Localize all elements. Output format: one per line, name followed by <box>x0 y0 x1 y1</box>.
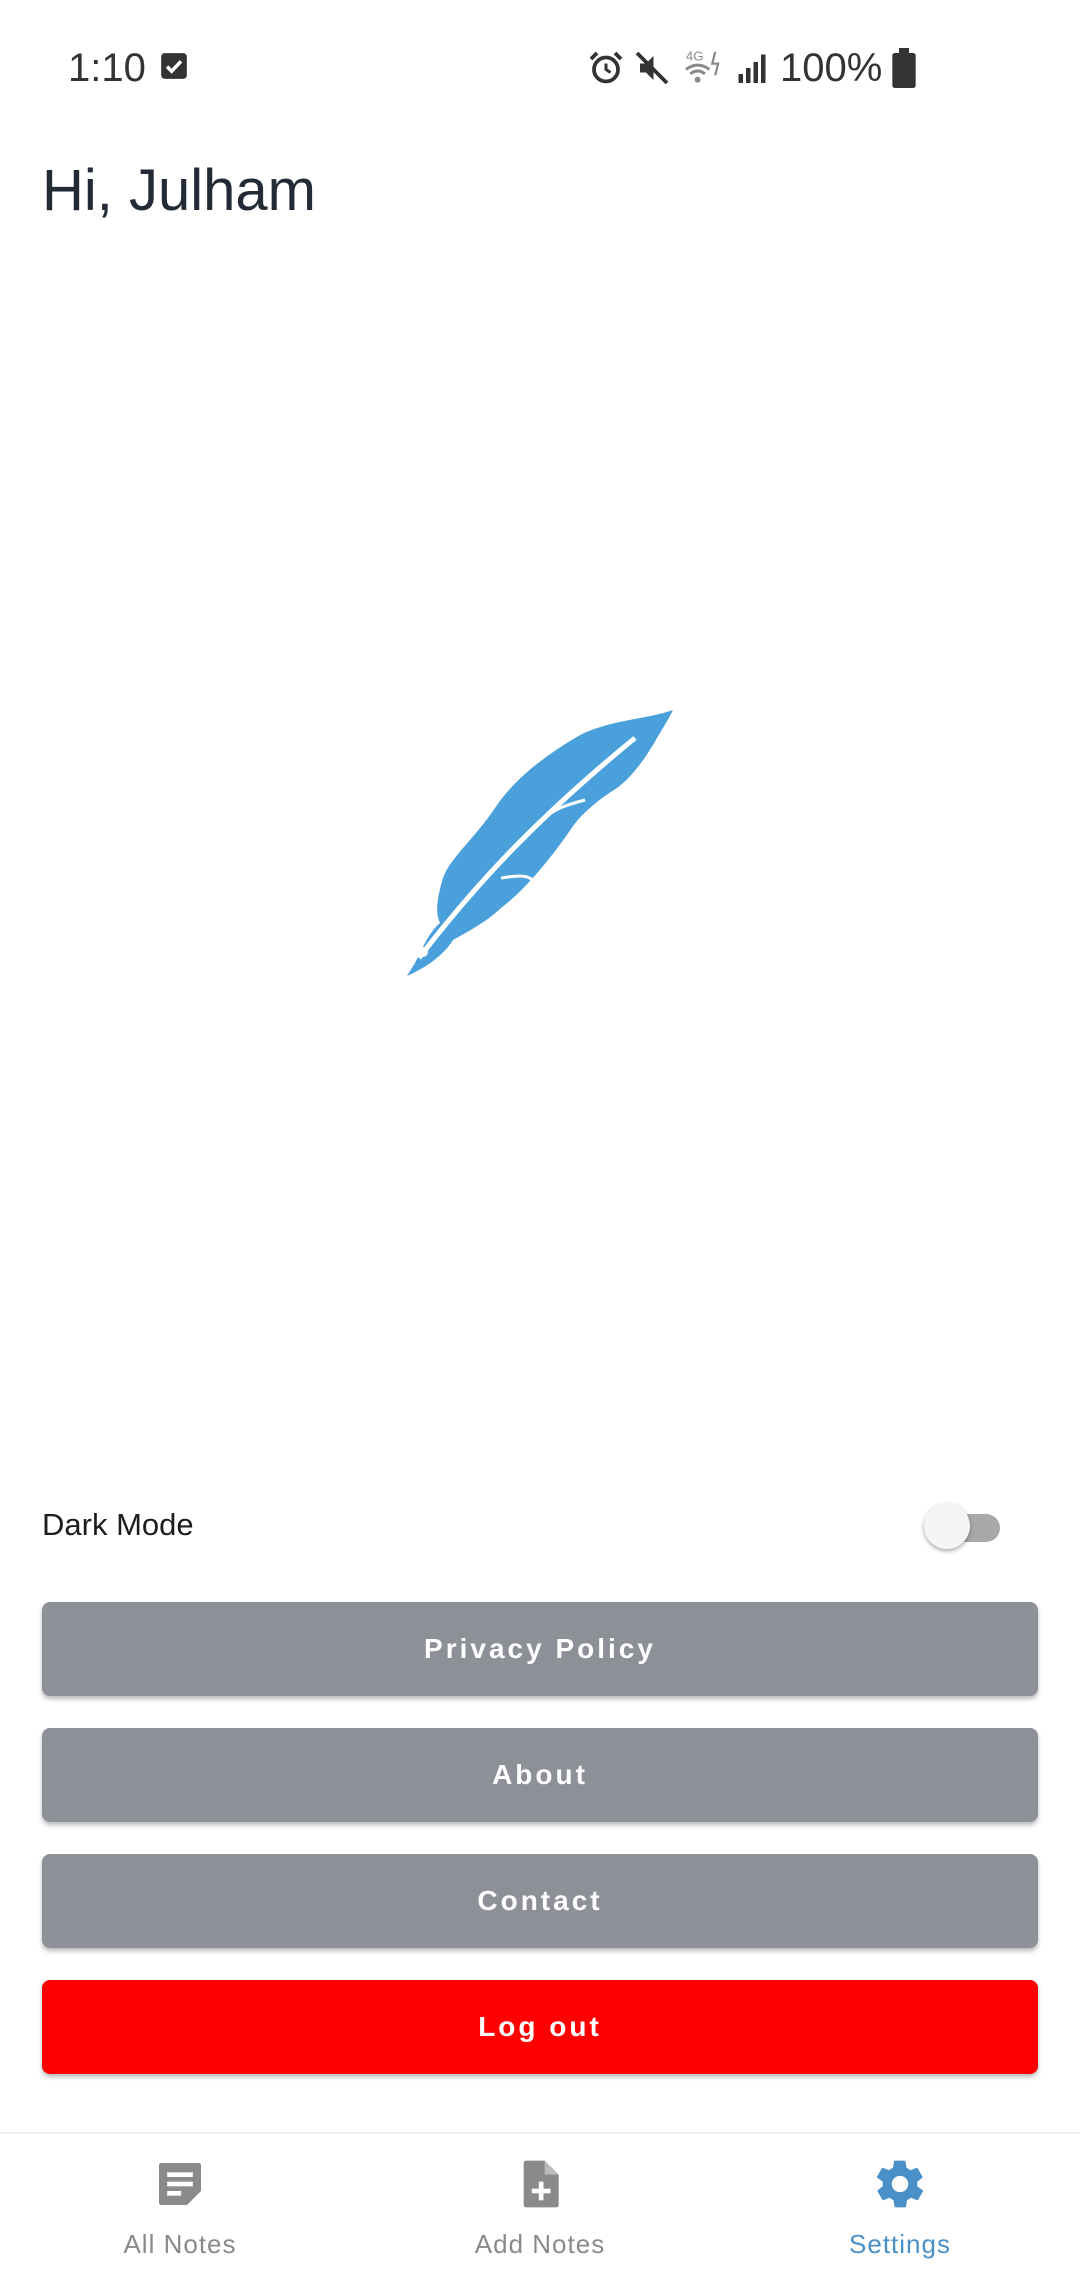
about-button[interactable]: About <box>42 1728 1038 1822</box>
network-label: 4G <box>686 49 704 64</box>
nav-item-all-notes[interactable]: All Notes <box>0 2134 360 2280</box>
alarm-icon <box>589 51 623 84</box>
greeting-title: Hi, Julham <box>42 158 316 223</box>
dark-mode-label: Dark Mode <box>42 1507 194 1542</box>
dark-mode-row: Dark Mode <box>42 1490 1038 1560</box>
bottom-nav: All Notes Add Notes Settings <box>0 2132 1080 2280</box>
dark-mode-toggle[interactable] <box>924 1500 1008 1552</box>
nav-item-settings[interactable]: Settings <box>720 2134 1080 2280</box>
check-square-icon <box>161 53 187 79</box>
privacy-policy-button[interactable]: Privacy Policy <box>42 1602 1038 1696</box>
nav-label-settings: Settings <box>849 2229 951 2259</box>
feather-quill-icon <box>407 710 673 976</box>
logout-button[interactable]: Log out <box>42 1980 1038 2074</box>
status-time: 1:10 <box>68 46 146 90</box>
nav-item-add-notes[interactable]: Add Notes <box>360 2134 720 2280</box>
nav-label-add-notes: Add Notes <box>474 2229 606 2259</box>
status-icons: 4G 100% <box>588 40 916 96</box>
battery-icon <box>892 48 916 88</box>
mute-icon <box>635 51 669 85</box>
notes-icon <box>159 2163 201 2205</box>
gear-icon <box>876 2160 924 2208</box>
toggle-knob <box>924 1503 970 1549</box>
nav-label-all-notes: All Notes <box>123 2229 237 2259</box>
contact-button[interactable]: Contact <box>42 1854 1038 1948</box>
wifi-icon: 4G <box>684 49 720 83</box>
add-note-icon <box>523 2160 559 2208</box>
status-bar: 1:10 4G 100% <box>0 0 1080 135</box>
signal-icon <box>738 54 766 83</box>
battery-percent: 100% <box>780 46 883 90</box>
settings-screen: 1:10 4G 100% Hi, Julham Dark Mode Privac… <box>0 0 1080 2280</box>
